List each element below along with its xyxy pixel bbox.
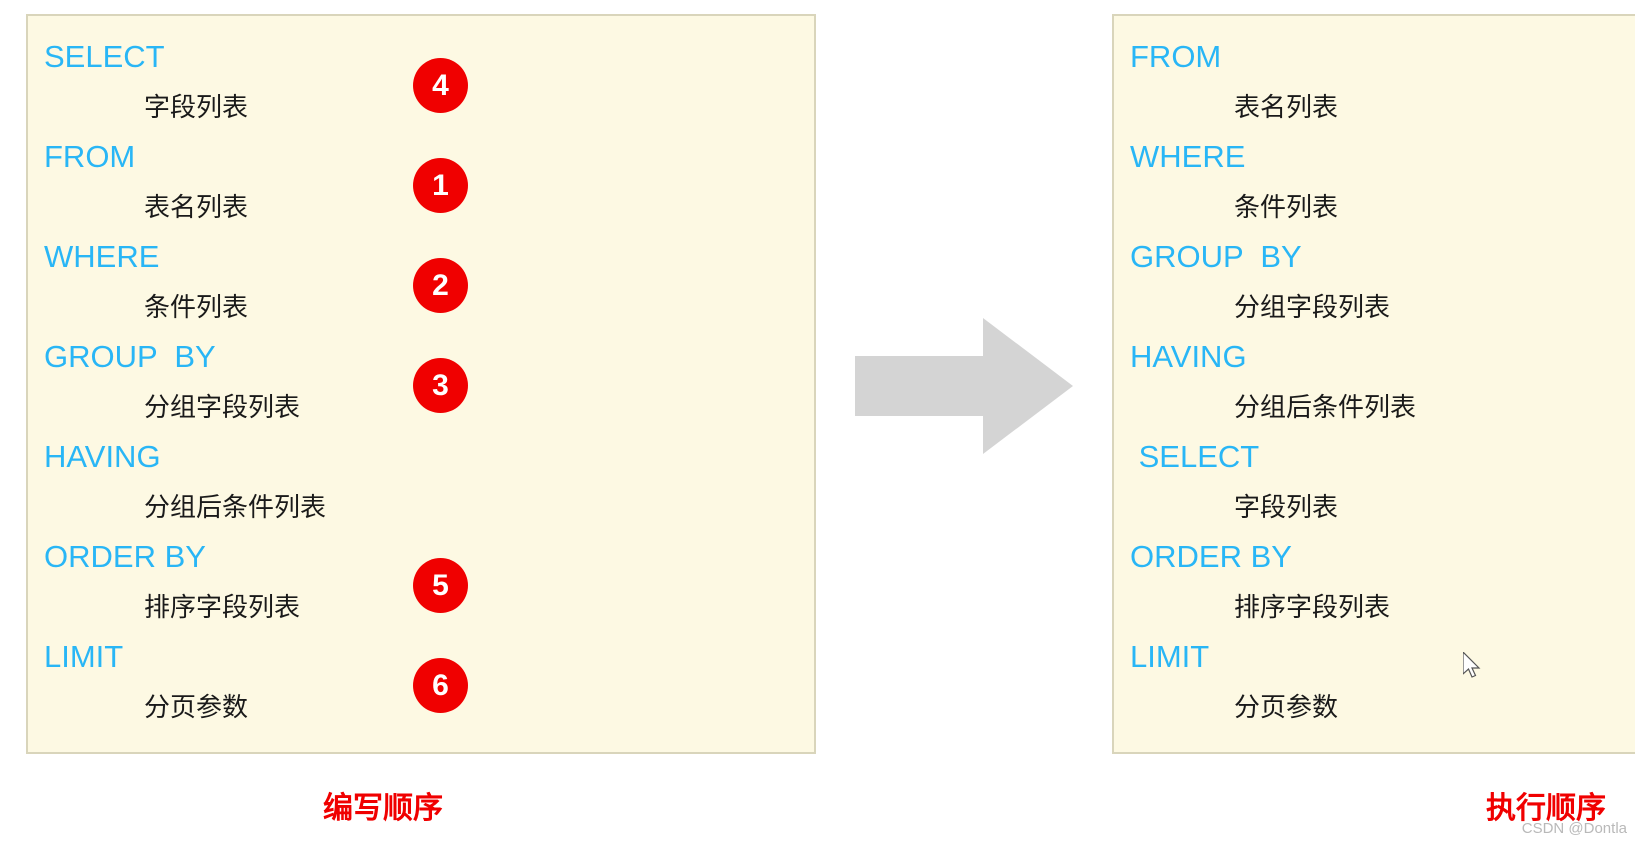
clause-keyword: LIMIT <box>1130 639 1210 674</box>
clause-value: 分页参数 <box>1234 692 1339 722</box>
order-badge-5: 5 <box>413 558 468 613</box>
clause-value: 分组后条件列表 <box>1234 392 1417 422</box>
clause-keyword: FROM <box>1130 39 1222 74</box>
clause-keyword: HAVING <box>44 439 161 474</box>
clause-keyword: SELECT <box>1130 439 1260 474</box>
order-badge-6: 6 <box>413 658 468 713</box>
clause-order-by: ORDER BY 排序字段列表 <box>1114 532 1635 632</box>
clause-value: 条件列表 <box>1234 192 1339 222</box>
clause-group-by: GROUP BY 分组字段列表 <box>1114 232 1635 332</box>
clause-value: 分组后条件列表 <box>144 492 327 522</box>
writing-order-panel: SELECT 字段列表 4 FROM 表名列表 1 WHERE 条件列表 2 G… <box>26 14 816 754</box>
clause-keyword: GROUP BY <box>1130 239 1302 274</box>
clause-from: FROM 表名列表 1 <box>28 132 814 232</box>
watermark: CSDN @Dontla <box>1521 820 1627 837</box>
clause-where: WHERE 条件列表 2 <box>28 232 814 332</box>
clause-keyword: HAVING <box>1130 339 1247 374</box>
clause-value: 分组字段列表 <box>1234 292 1391 322</box>
clause-value: 表名列表 <box>1234 92 1339 122</box>
execution-order-panel: FROM 表名列表 WHERE 条件列表 GROUP BY 分组字段列表 HAV… <box>1112 14 1635 754</box>
order-badge-3: 3 <box>413 358 468 413</box>
clause-group-by: GROUP BY 分组字段列表 3 <box>28 332 814 432</box>
clause-having: HAVING 分组后条件列表 <box>28 432 814 532</box>
order-badge-2: 2 <box>413 258 468 313</box>
clause-keyword: WHERE <box>1130 139 1246 174</box>
clause-list-right: FROM 表名列表 WHERE 条件列表 GROUP BY 分组字段列表 HAV… <box>1114 16 1635 732</box>
clause-where: WHERE 条件列表 <box>1114 132 1635 232</box>
right-arrow-icon <box>855 318 1073 454</box>
order-badge-1: 1 <box>413 158 468 213</box>
clause-value: 字段列表 <box>1234 492 1339 522</box>
mouse-cursor-icon <box>1462 650 1483 682</box>
clause-limit: LIMIT 分页参数 <box>1114 632 1635 732</box>
clause-limit: LIMIT 分页参数 6 <box>28 632 814 732</box>
clause-value: 排序字段列表 <box>1234 592 1391 622</box>
clause-select: SELECT 字段列表 4 <box>28 32 814 132</box>
order-badge-4: 4 <box>413 58 468 113</box>
clause-order-by: ORDER BY 排序字段列表 5 <box>28 532 814 632</box>
clause-keyword: ORDER BY <box>1130 539 1292 574</box>
clause-from: FROM 表名列表 <box>1114 32 1635 132</box>
clause-having: HAVING 分组后条件列表 <box>1114 332 1635 432</box>
clause-select: SELECT 字段列表 <box>1114 432 1635 532</box>
writing-order-caption: 编写顺序 <box>323 792 443 825</box>
clause-list-left: SELECT 字段列表 4 FROM 表名列表 1 WHERE 条件列表 2 G… <box>28 16 814 732</box>
